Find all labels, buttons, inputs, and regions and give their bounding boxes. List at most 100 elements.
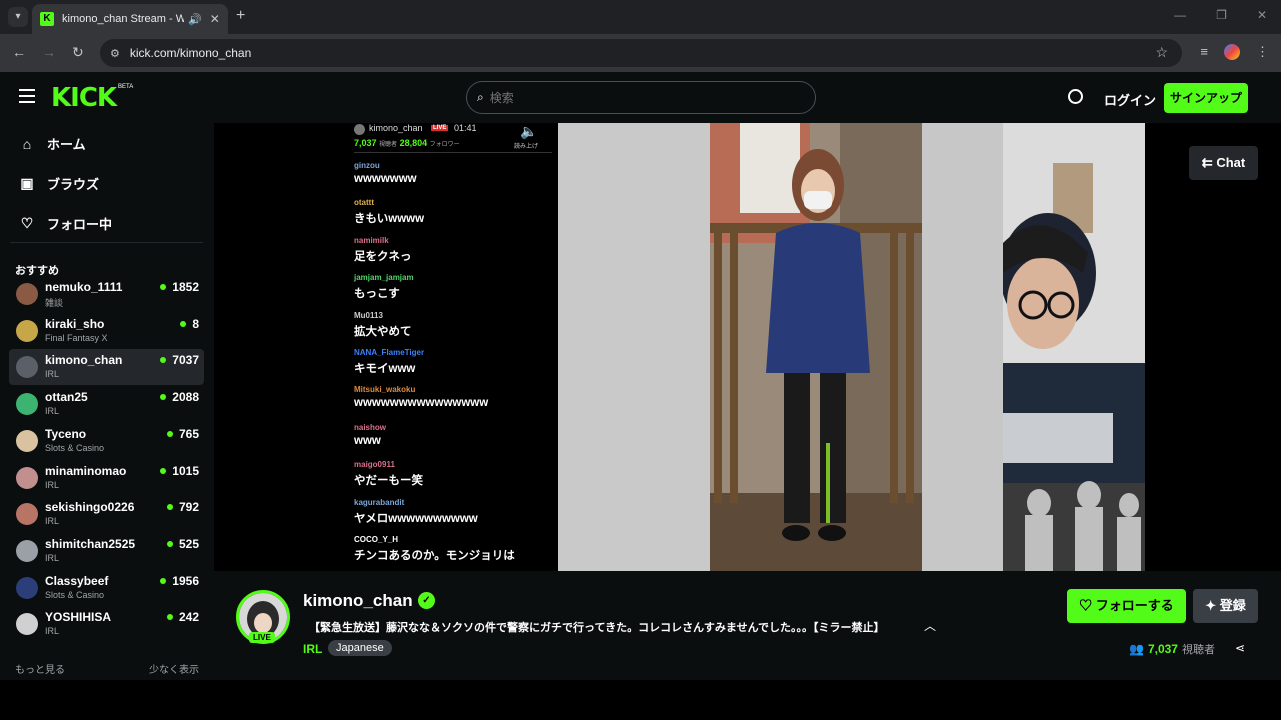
channel-category: IRL	[45, 369, 60, 380]
sidebar-channel-kimono_chan[interactable]: kimono_chan IRL 7037	[9, 349, 204, 386]
live-dot-icon	[180, 320, 187, 327]
channel-viewers: 1956	[160, 574, 199, 588]
channel-name: kimono_chan	[45, 353, 123, 368]
channel-viewers: 765	[166, 427, 199, 441]
overlay-viewers-label: 視聴者	[379, 142, 398, 148]
chevron-up-icon[interactable]: ︿	[924, 617, 936, 634]
channel-viewers: 525	[166, 537, 199, 551]
search-input[interactable]	[489, 90, 645, 105]
open-chat-button[interactable]: ⇇ Chat	[1189, 146, 1258, 180]
language-tag[interactable]: Japanese	[328, 640, 392, 656]
beta-label: BETA	[118, 84, 134, 90]
sidebar-channel-kiraki_sho[interactable]: kiraki_sho Final Fantasy X 8	[9, 313, 204, 349]
viewer-count-label: 視聴者	[1181, 644, 1215, 656]
forward-icon[interactable]: →	[42, 44, 56, 60]
sidebar-channel-nemuko_1111[interactable]: nemuko_1111 雑談 1852	[9, 276, 204, 312]
login-button[interactable]: ログイン	[1104, 90, 1156, 109]
sidebar-channel-Classybeef[interactable]: Classybeef Slots & Casino 1956	[9, 570, 204, 606]
omnibox[interactable]: ⚙ kick.com/kimono_chan ☆	[100, 39, 1182, 67]
chat-username: maigo0911	[354, 460, 395, 470]
browser-tab[interactable]: K kimono_chan Stream - Watch Live on Kic…	[32, 4, 228, 34]
heart-icon: ♡	[20, 215, 34, 231]
sidebar-channel-YOSHIHISA[interactable]: YOSHIHISA IRL 242	[9, 606, 204, 642]
overlay-chat-header: kimono_chan LIVE 01:41 7,037 視聴者 28,804 …	[354, 123, 552, 153]
viewers-icon: 👥	[1129, 642, 1144, 656]
chat-text: www	[354, 434, 381, 447]
tab-list-button[interactable]: ▾	[8, 7, 28, 27]
streamer-name[interactable]: kimono_chan	[303, 591, 413, 611]
channel-category: IRL	[45, 626, 60, 637]
maximize-icon[interactable]: ❐	[1216, 8, 1227, 22]
url-text[interactable]: kick.com/kimono_chan	[130, 46, 251, 60]
sidebar-channel-minaminomao[interactable]: minaminomao IRL 1015	[9, 460, 204, 496]
channel-viewer-count: 8	[192, 316, 199, 331]
signup-button[interactable]: サインアップ	[1164, 83, 1248, 113]
close-tab-icon[interactable]: ✕	[210, 12, 220, 26]
channel-category: Slots & Casino	[45, 442, 105, 453]
show-less-link[interactable]: 少なく表示	[149, 661, 199, 676]
chat-message: Mitsuki_wakoku wwwwwwwwwwwwwww	[354, 385, 554, 409]
nav-browse-label: ブラウズ	[47, 177, 100, 192]
menu-icon[interactable]	[19, 89, 35, 103]
chat-username: ginzou	[354, 161, 380, 170]
sidebar-channel-ottan25[interactable]: ottan25 IRL 2088	[9, 386, 204, 422]
overlay-live-badge: LIVE	[431, 125, 449, 131]
speaker-icon: 🔈	[520, 123, 538, 139]
show-more-link[interactable]: もっと見る	[15, 661, 65, 676]
channel-avatar	[16, 319, 38, 342]
channel-name: minaminomao	[45, 463, 127, 478]
close-window-icon[interactable]: ✕	[1257, 8, 1267, 22]
profile-avatar[interactable]	[1224, 44, 1240, 60]
channel-avatar	[16, 283, 38, 305]
back-icon[interactable]: ←	[12, 44, 26, 60]
extension-icons: ≡ ⋮	[1200, 44, 1269, 60]
reload-icon[interactable]: ↻	[72, 44, 84, 61]
kick-logo[interactable]: KICK	[51, 83, 117, 113]
chat-username: NANA_FlameTiger	[354, 348, 425, 357]
chat-message: naishow www	[354, 423, 554, 447]
chat-username: naishow	[354, 422, 387, 432]
tab-title: kimono_chan Stream - Watch Live on Kick	[62, 13, 184, 25]
chat-username: namimilk	[354, 235, 389, 245]
channel-viewers: 8	[180, 317, 199, 331]
browser-menu-icon[interactable]: ⋮	[1256, 44, 1269, 60]
channel-category: IRL	[45, 406, 60, 417]
sidebar-channel-shimitchan2525[interactable]: shimitchan2525 IRL 525	[9, 533, 204, 569]
chat-text: きもいwwww	[354, 213, 425, 226]
chat-message: kagurabandit ヤメロwwwwwwwwww	[354, 498, 554, 526]
sidebar-channel-Tyceno[interactable]: Tyceno Slots & Casino 765	[9, 423, 204, 459]
live-badge: LIVE	[249, 632, 275, 643]
nav-browse[interactable]: ▣ ブラウズ	[19, 174, 99, 193]
viewer-count: 👥 7,037 視聴者	[1129, 641, 1215, 657]
bookmark-star-icon[interactable]: ☆	[1155, 44, 1168, 61]
video-player[interactable]: kimono_chan LIVE 01:41 7,037 視聴者 28,804 …	[214, 123, 1281, 571]
chat-username: kagurabandit	[354, 497, 405, 507]
new-tab-button[interactable]: +	[236, 7, 245, 25]
minimize-icon[interactable]: —	[1174, 8, 1186, 22]
chat-username: Mu0113	[354, 310, 383, 320]
category-link[interactable]: IRL	[303, 642, 322, 656]
channel-category: Slots & Casino	[45, 589, 105, 600]
chat-username: COCO_Y_H	[354, 535, 399, 544]
follow-button[interactable]: ♡ フォローする	[1067, 589, 1186, 623]
language-globe-icon[interactable]	[1068, 89, 1083, 104]
overlay-followers: 28,804	[399, 138, 428, 148]
sidebar-channel-sekishingo0226[interactable]: sekishingo0226 IRL 792	[9, 496, 204, 532]
channel-avatar	[16, 429, 38, 452]
channel-avatar	[16, 539, 38, 562]
channel-viewers: 242	[166, 610, 199, 624]
channel-name: sekishingo0226	[45, 500, 135, 515]
chat-text: wwwwwww	[354, 173, 417, 185]
nav-home[interactable]: ⌂ ホーム	[19, 134, 86, 153]
subscribe-button[interactable]: ✦ 登録	[1193, 589, 1258, 623]
share-icon[interactable]: ⋖	[1235, 641, 1245, 655]
overlay-chat-panel: kimono_chan LIVE 01:41 7,037 視聴者 28,804 …	[348, 123, 558, 571]
audio-playing-icon[interactable]: 🔊	[188, 13, 202, 26]
site-info-icon[interactable]: ⚙	[110, 47, 120, 60]
video-scene-person	[710, 123, 922, 571]
nav-following[interactable]: ♡ フォロー中	[19, 214, 112, 233]
media-control-icon[interactable]: ≡	[1200, 44, 1208, 60]
video-scene-guest	[1003, 123, 1145, 571]
search-bar[interactable]: ⌕	[466, 81, 816, 114]
chat-username: jamjam_jamjam	[354, 273, 414, 283]
